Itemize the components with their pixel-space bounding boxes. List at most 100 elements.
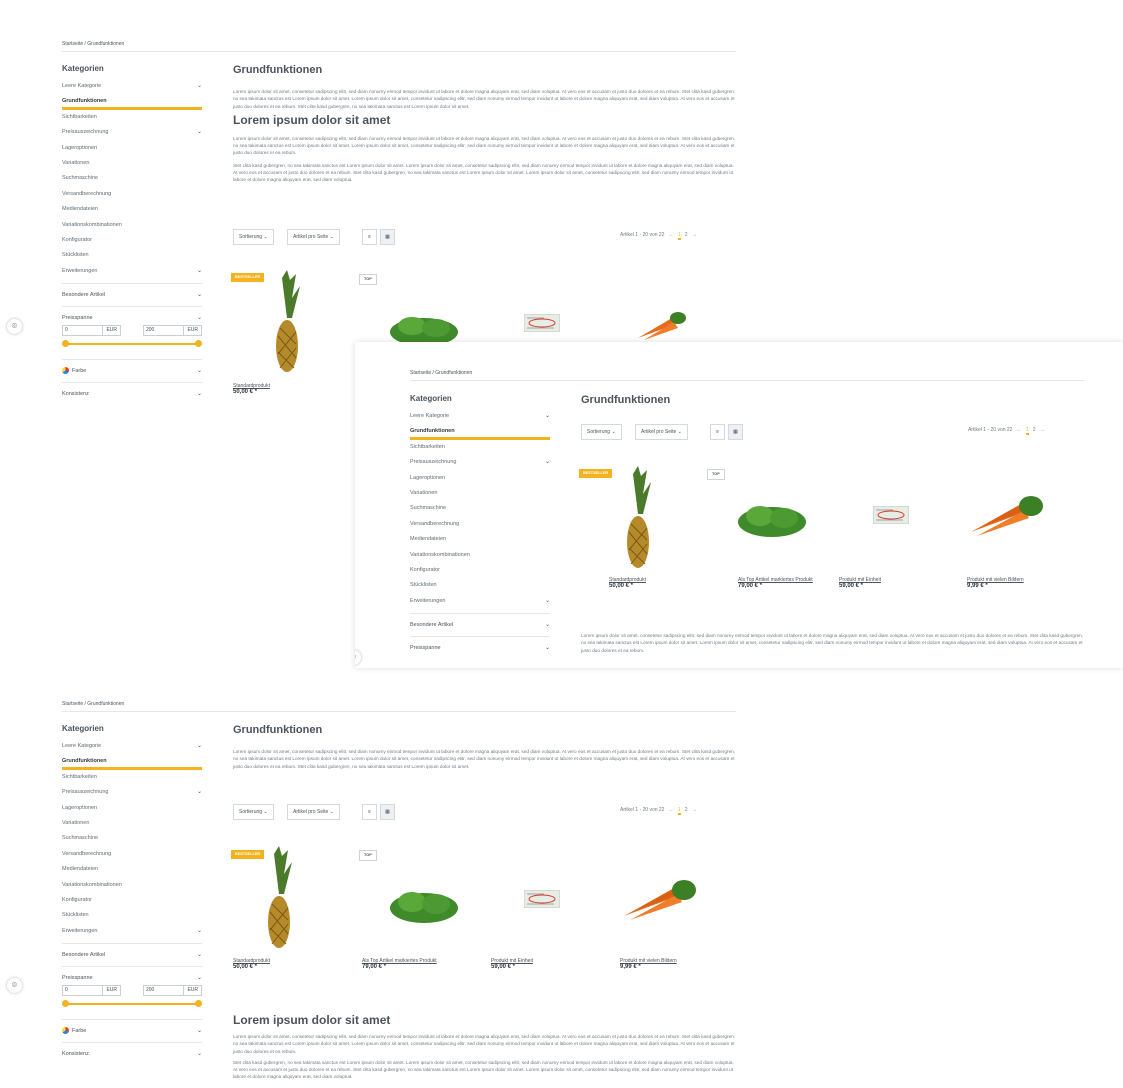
slider-min-handle[interactable]: [62, 1000, 69, 1008]
sidebar-item-suchmaschine[interactable]: Suchmaschine: [62, 831, 202, 846]
filter-consistency[interactable]: Konsistenz ⌄: [62, 1042, 202, 1065]
list-view-icon[interactable]: ≡: [362, 804, 377, 820]
sidebar-item-leere-kategorie[interactable]: Leere Kategorie ⌄: [62, 739, 202, 754]
sidebar-item-preisauszeichnung[interactable]: Preisauszeichnung ⌄: [62, 785, 202, 800]
accessibility-icon[interactable]: ⌾: [355, 650, 361, 665]
sidebar-item-lageroptionen[interactable]: Lageroptionen: [410, 471, 550, 486]
price-slider[interactable]: [62, 999, 202, 1009]
sidebar-item-stuecklisten[interactable]: Stücklisten: [410, 578, 550, 593]
pineapple-image[interactable]: [264, 844, 294, 950]
slider-min-handle[interactable]: [62, 340, 69, 348]
sidebar-item-mediendateien[interactable]: Mediendateien: [410, 532, 550, 547]
kale-image[interactable]: [736, 502, 808, 538]
filter-special-items[interactable]: Besondere Artikel ⌄: [410, 613, 550, 636]
sort-dropdown[interactable]: Sortierung ⌄: [233, 804, 274, 820]
sidebar-item-leere-kategorie[interactable]: Leere Kategorie ⌄: [62, 79, 202, 94]
sidebar-item-variationen[interactable]: Variationen: [62, 816, 202, 831]
grid-view-icon[interactable]: ▦: [380, 804, 395, 820]
sort-dropdown[interactable]: Sortierung ⌄: [581, 424, 622, 440]
label-image[interactable]: [524, 890, 560, 908]
prev-page-button[interactable]: ←: [669, 232, 674, 238]
filter-color[interactable]: Farbe ⌄: [62, 359, 202, 382]
kale-image[interactable]: [388, 888, 460, 924]
page-2[interactable]: 2: [1033, 427, 1036, 433]
sidebar-item-sichtbarkeiten[interactable]: Sichtbarkeiten: [62, 110, 202, 125]
sidebar-item-lageroptionen[interactable]: Lageroptionen: [62, 141, 202, 156]
carrots-image[interactable]: [622, 876, 696, 920]
page-2[interactable]: 2: [685, 807, 688, 813]
carrots-image[interactable]: [636, 310, 686, 340]
sidebar-item-mediendateien[interactable]: Mediendateien: [62, 202, 202, 217]
page-1[interactable]: 1: [1025, 427, 1029, 435]
breadcrumb-home[interactable]: Startseite: [62, 41, 83, 47]
sidebar-item-grundfunktionen[interactable]: Grundfunktionen: [62, 754, 202, 770]
sidebar-item-stuecklisten[interactable]: Stücklisten: [62, 248, 202, 263]
filter-price[interactable]: Preisspanne ⌄: [410, 636, 550, 659]
slider-max-handle[interactable]: [195, 1000, 202, 1008]
pineapple-image[interactable]: [272, 268, 302, 374]
sidebar-item-stuecklisten[interactable]: Stücklisten: [62, 908, 202, 923]
page-1[interactable]: 1: [677, 807, 681, 815]
sidebar-item-sichtbarkeiten[interactable]: Sichtbarkeiten: [62, 770, 202, 785]
sidebar-item-erweiterungen[interactable]: Erweiterungen ⌄: [410, 594, 550, 609]
sidebar-item-erweiterungen[interactable]: Erweiterungen ⌄: [62, 924, 202, 939]
next-page-button[interactable]: →: [692, 232, 697, 238]
filter-color[interactable]: Farbe ⌄: [62, 1019, 202, 1042]
sidebar-item-mediendateien[interactable]: Mediendateien: [62, 862, 202, 877]
page-1[interactable]: 1: [677, 232, 681, 240]
sidebar-item-erweiterungen[interactable]: Erweiterungen ⌄: [62, 264, 202, 279]
filter-special-items[interactable]: Besondere Artikel ⌄: [62, 283, 202, 306]
sidebar-item-suchmaschine[interactable]: Suchmaschine: [62, 171, 202, 186]
accessibility-icon[interactable]: ⌾: [7, 319, 22, 334]
slider-max-handle[interactable]: [195, 340, 202, 348]
section-text-2: Stet clita kasd gubergren, no sea takima…: [233, 1059, 734, 1080]
sidebar-item-variationen[interactable]: Variationen: [62, 156, 202, 171]
prev-page-button[interactable]: ←: [669, 807, 674, 813]
color-wheel-icon: [62, 367, 69, 375]
sort-dropdown[interactable]: Sortierung ⌄: [233, 229, 274, 245]
sidebar-item-preisauszeichnung[interactable]: Preisauszeichnung ⌄: [62, 125, 202, 140]
page-2[interactable]: 2: [685, 232, 688, 238]
sidebar-item-variationskombinationen[interactable]: Variationskombinationen: [410, 548, 550, 563]
filter-price[interactable]: Preisspanne ⌄: [62, 306, 202, 329]
price-slider[interactable]: [62, 339, 202, 349]
label-image[interactable]: [524, 314, 560, 332]
sidebar-item-variationen[interactable]: Variationen: [410, 486, 550, 501]
sidebar-item-variationskombinationen[interactable]: Variationskombinationen: [62, 218, 202, 233]
pineapple-image[interactable]: [623, 464, 653, 570]
per-page-dropdown[interactable]: Artikel pro Seite ⌄: [635, 424, 688, 440]
sidebar-item-leere-kategorie[interactable]: Leere Kategorie ⌄: [410, 409, 550, 424]
label-image[interactable]: [873, 506, 909, 524]
sidebar-item-versandberechnung[interactable]: Versandberechnung: [410, 517, 550, 532]
carrots-image[interactable]: [969, 492, 1043, 536]
per-page-dropdown[interactable]: Artikel pro Seite ⌄: [287, 804, 340, 820]
sidebar-item-konfigurator[interactable]: Konfigurator: [410, 563, 550, 578]
sidebar-item-variationskombinationen[interactable]: Variationskombinationen: [62, 878, 202, 893]
breadcrumb-home[interactable]: Startseite: [62, 701, 83, 707]
accessibility-icon[interactable]: ⌾: [7, 978, 22, 993]
list-view-icon[interactable]: ≡: [710, 424, 725, 440]
grid-view-icon[interactable]: ▦: [728, 424, 743, 440]
sidebar-item-versandberechnung[interactable]: Versandberechnung: [62, 847, 202, 862]
kale-image[interactable]: [388, 314, 460, 344]
sidebar-item-sichtbarkeiten[interactable]: Sichtbarkeiten: [410, 440, 550, 455]
sidebar-item-suchmaschine[interactable]: Suchmaschine: [410, 501, 550, 516]
next-page-button[interactable]: →: [692, 807, 697, 813]
sidebar-item-grundfunktionen[interactable]: Grundfunktionen: [410, 424, 550, 440]
breadcrumb-home[interactable]: Startseite: [410, 370, 431, 376]
grid-view-icon[interactable]: ▦: [380, 229, 395, 245]
list-view-icon[interactable]: ≡: [362, 229, 377, 245]
sidebar-item-versandberechnung[interactable]: Versandberechnung: [62, 187, 202, 202]
sidebar-item-konfigurator[interactable]: Konfigurator: [62, 893, 202, 908]
filter-consistency[interactable]: Konsistenz ⌄: [62, 382, 202, 405]
filter-special-items[interactable]: Besondere Artikel ⌄: [62, 943, 202, 966]
next-page-button[interactable]: →: [1040, 427, 1045, 433]
sidebar-item-preisauszeichnung[interactable]: Preisauszeichnung ⌄: [410, 455, 550, 470]
sidebar-item-konfigurator[interactable]: Konfigurator: [62, 233, 202, 248]
sidebar-item-grundfunktionen[interactable]: Grundfunktionen: [62, 94, 202, 110]
sidebar-item-lageroptionen[interactable]: Lageroptionen: [62, 801, 202, 816]
per-page-dropdown[interactable]: Artikel pro Seite ⌄: [287, 229, 340, 245]
prev-page-button[interactable]: ←: [1017, 427, 1022, 433]
filter-price[interactable]: Preisspanne ⌄: [62, 966, 202, 989]
lower-content: Lorem ipsum dolor sit amet Lorem ipsum d…: [233, 1013, 736, 1081]
